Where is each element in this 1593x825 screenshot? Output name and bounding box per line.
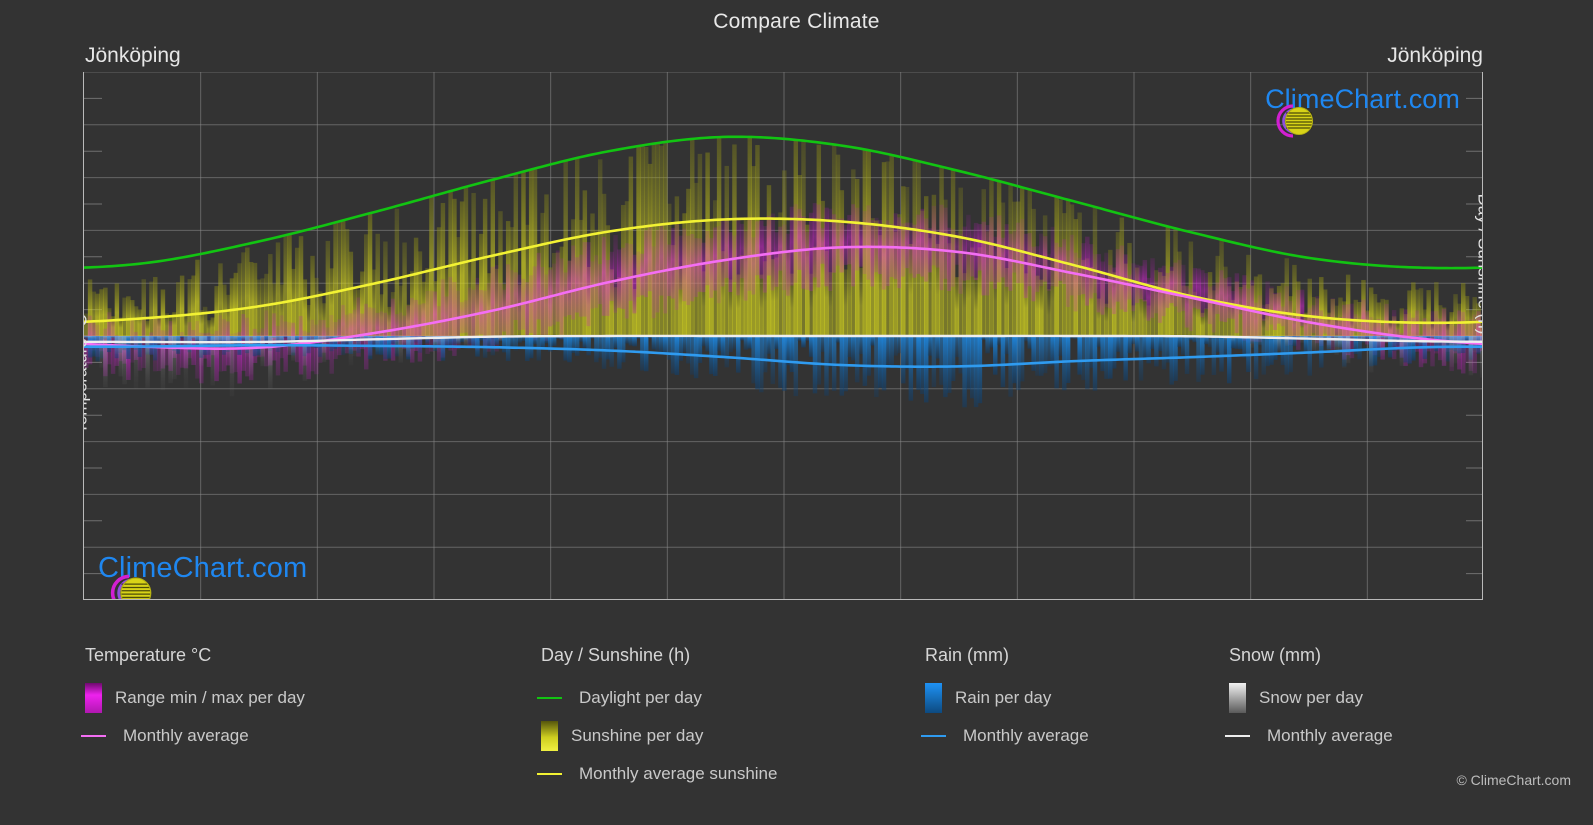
legend-label: Rain per day bbox=[955, 688, 1052, 707]
page-title: Compare Climate bbox=[713, 10, 880, 33]
chart-legend: Temperature °C Range min / max per day M… bbox=[0, 645, 1593, 795]
swatch-temperature-range-icon bbox=[85, 683, 102, 713]
location-label-right: Jönköping bbox=[1387, 44, 1483, 67]
legend-group-temperature: Temperature °C Range min / max per day M… bbox=[81, 645, 305, 755]
legend-label: Monthly average sunshine bbox=[579, 764, 778, 783]
chart-plot-area: Temperature °C Day / Sunshine (h) Rain /… bbox=[83, 72, 1483, 600]
legend-heading-day-sunshine: Day / Sunshine (h) bbox=[541, 645, 691, 665]
legend-group-day-sunshine: Day / Sunshine (h) Daylight per day Suns… bbox=[537, 645, 778, 793]
legend-item-range-min-max[interactable]: Range min / max per day bbox=[85, 679, 305, 717]
y-axis-right-upper-title: Day / Sunshine (h) bbox=[1474, 193, 1483, 335]
legend-item-rain-per-day[interactable]: Rain per day bbox=[925, 679, 1089, 717]
swatch-line-icon bbox=[1225, 735, 1250, 737]
location-label-left: Jönköping bbox=[85, 44, 181, 67]
legend-label: Range min / max per day bbox=[115, 688, 305, 707]
copyright-notice: © ClimeChart.com bbox=[1456, 772, 1571, 788]
legend-item-snow-per-day[interactable]: Snow per day bbox=[1229, 679, 1393, 717]
swatch-line-icon bbox=[81, 735, 106, 737]
legend-heading-rain: Rain (mm) bbox=[925, 645, 1009, 665]
chart-canvas bbox=[84, 72, 1482, 599]
legend-item-rain-average[interactable]: Monthly average bbox=[921, 717, 1089, 755]
climate-chart-page: Compare Climate Jönköping Jönköping Temp… bbox=[0, 0, 1593, 825]
swatch-sunshine-icon bbox=[541, 721, 558, 751]
swatch-line-icon bbox=[537, 697, 562, 699]
y-axis-left-title: Temperature °C bbox=[83, 314, 91, 434]
legend-group-snow: Snow (mm) Snow per day Monthly average bbox=[1225, 645, 1393, 755]
swatch-line-icon bbox=[921, 735, 946, 737]
legend-label: Snow per day bbox=[1259, 688, 1363, 707]
legend-item-daylight[interactable]: Daylight per day bbox=[537, 679, 777, 717]
legend-label: Monthly average bbox=[123, 726, 249, 745]
legend-label: Sunshine per day bbox=[571, 726, 704, 745]
swatch-snow-icon bbox=[1229, 683, 1246, 713]
legend-label: Monthly average bbox=[963, 726, 1089, 745]
legend-item-sunshine-average[interactable]: Monthly average sunshine bbox=[537, 755, 778, 793]
legend-label: Monthly average bbox=[1267, 726, 1393, 745]
legend-item-temperature-average[interactable]: Monthly average bbox=[81, 717, 305, 755]
legend-label: Daylight per day bbox=[579, 688, 702, 707]
legend-heading-snow: Snow (mm) bbox=[1229, 645, 1322, 665]
legend-item-snow-average[interactable]: Monthly average bbox=[1225, 717, 1393, 755]
legend-group-rain: Rain (mm) Rain per day Monthly average bbox=[921, 645, 1089, 755]
watermark-logo-bottom-left: ClimeChart.com bbox=[96, 552, 307, 599]
legend-heading-temperature: Temperature °C bbox=[85, 645, 212, 665]
watermark-logo-top-right: ClimeChart.com bbox=[1263, 84, 1460, 138]
legend-item-sunshine-per-day[interactable]: Sunshine per day bbox=[541, 717, 777, 755]
swatch-line-icon bbox=[537, 773, 562, 775]
swatch-rain-icon bbox=[925, 683, 942, 713]
